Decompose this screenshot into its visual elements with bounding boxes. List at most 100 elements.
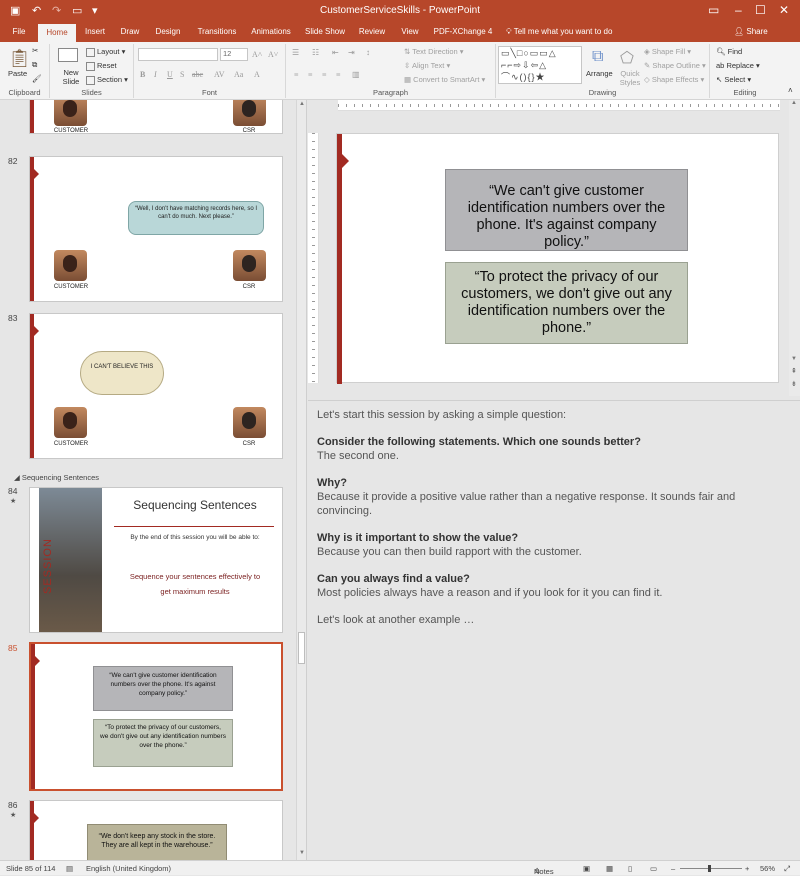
ribbon-display-icon[interactable]: ▭	[708, 3, 719, 17]
shape-fill-button[interactable]: ◈ Shape Fill ▾	[644, 47, 691, 56]
shapes-gallery[interactable]: ▭╲□○▭▭△ ⌐⌐⇨⇩⇦△ ⌒∿(){}★	[498, 46, 582, 84]
maximize-icon[interactable]: ☐	[755, 3, 766, 17]
quote-box-negative[interactable]: “We can't give customer identification n…	[445, 169, 688, 251]
tell-me-search[interactable]: 💡︎ Tell me what you want to do	[506, 22, 612, 42]
zoom-in-icon[interactable]: +	[745, 864, 749, 873]
slide-thumbnail-86[interactable]: “We don't keep any stock in the store. T…	[29, 800, 283, 860]
columns-icon[interactable]: ▥	[352, 70, 360, 79]
shape-effects-button[interactable]: ◇ Shape Effects ▾	[644, 75, 704, 84]
align-center-icon[interactable]: ≡	[308, 70, 313, 79]
language-indicator[interactable]: English (United Kingdom)	[86, 864, 171, 873]
slide-thumbnail-84[interactable]: SESSION Sequencing Sentences By the end …	[29, 487, 283, 633]
justify-icon[interactable]: ≡	[336, 70, 341, 79]
grow-font-icon[interactable]: A˄	[252, 50, 262, 59]
zoom-slider[interactable]	[680, 868, 742, 869]
tab-pdf-xchange[interactable]: PDF-XChange 4	[430, 22, 496, 42]
spacing-icon[interactable]: AV	[214, 70, 225, 79]
font-name-box[interactable]	[138, 48, 218, 61]
underline-icon[interactable]: U	[167, 70, 173, 79]
line-spacing-icon[interactable]: ↕	[366, 48, 370, 57]
tab-animations[interactable]: Animations	[246, 22, 296, 42]
fit-slide-icon[interactable]: ⤢	[784, 864, 790, 874]
quick-styles-icon[interactable]: ⬠	[620, 48, 634, 68]
copy-icon[interactable]: ⧉	[32, 60, 37, 70]
new-slide-button[interactable]: New Slide	[56, 68, 86, 86]
font-size-box[interactable]: 12	[220, 48, 248, 61]
previous-slide-icon[interactable]: ⇞	[791, 367, 797, 375]
quick-styles-button[interactable]: Quick Styles	[616, 69, 644, 87]
share-button[interactable]: 👤︎ Share	[734, 22, 768, 42]
align-left-icon[interactable]: ≡	[294, 70, 299, 79]
shadow-icon[interactable]: S	[180, 70, 184, 79]
section-button[interactable]: Section ▾	[86, 75, 128, 85]
slide-sorter-icon[interactable]: ▦	[606, 864, 613, 873]
close-icon[interactable]: ✕	[779, 3, 789, 17]
thumbnail-scroll-thumb[interactable]	[298, 632, 305, 664]
arrange-icon[interactable]: ⧉	[592, 48, 603, 66]
strikethrough-icon[interactable]: abc	[192, 70, 203, 79]
paragraph-label: Paragraph	[372, 88, 409, 97]
replace-button[interactable]: ab Replace ▾	[716, 61, 760, 70]
tab-design[interactable]: Design	[150, 22, 186, 42]
shrink-font-icon[interactable]: A˅	[268, 50, 278, 59]
font-color-icon[interactable]: A	[254, 70, 260, 79]
tab-review[interactable]: Review	[354, 22, 390, 42]
reset-button[interactable]: Reset	[86, 61, 117, 71]
italic-icon[interactable]: I	[154, 70, 157, 79]
arrange-button[interactable]: Arrange	[586, 69, 613, 78]
bold-icon[interactable]: B	[140, 70, 145, 79]
collapse-ribbon-icon[interactable]: ˄	[788, 86, 793, 95]
cut-icon[interactable]: ✂	[32, 46, 38, 55]
tab-insert[interactable]: Insert	[80, 22, 110, 42]
layout-button[interactable]: Layout ▾	[86, 47, 125, 57]
slide-thumbnail-83[interactable]: I CAN'T BELIEVE THIS CUSTOMER CSR	[29, 313, 283, 459]
format-painter-icon[interactable]: 🖌︎	[32, 74, 42, 83]
tab-file[interactable]: File	[6, 22, 32, 42]
text-direction-button[interactable]: ⇅ Text Direction ▾	[404, 47, 464, 56]
slide-canvas[interactable]: “We can't give customer identification n…	[336, 133, 779, 384]
select-button[interactable]: ↖ Select ▾	[716, 75, 751, 84]
bullets-icon[interactable]: ☰	[292, 48, 299, 57]
minimize-icon[interactable]: –	[735, 3, 742, 17]
decrease-indent-icon[interactable]: ⇤	[332, 48, 339, 57]
numbering-icon[interactable]: ☷	[312, 48, 319, 57]
scroll-up-icon[interactable]: ▲	[299, 101, 305, 107]
normal-view-icon[interactable]: ▣	[583, 864, 590, 873]
tab-transitions[interactable]: Transitions	[192, 22, 242, 42]
convert-smartart-button[interactable]: ▦ Convert to SmartArt ▾	[404, 75, 485, 84]
paste-icon[interactable]: 📋︎	[8, 48, 31, 69]
tab-draw[interactable]: Draw	[116, 22, 144, 42]
change-case-icon[interactable]: Aa	[234, 70, 243, 79]
scroll-up-icon[interactable]: ▲	[791, 100, 797, 106]
spellcheck-icon[interactable]: ▤	[66, 864, 73, 873]
next-slide-icon[interactable]: ⇟	[791, 380, 797, 388]
new-slide-icon[interactable]	[58, 48, 78, 62]
paste-button[interactable]: Paste	[8, 69, 27, 78]
zoom-out-icon[interactable]: –	[671, 864, 675, 873]
slideshow-icon[interactable]: ▭	[650, 864, 657, 873]
quote-box-positive[interactable]: “To protect the privacy of our customers…	[445, 262, 688, 344]
align-text-button[interactable]: ⇳ Align Text ▾	[404, 61, 450, 70]
slide-thumbnail-pane: CUSTOMER CSR 82 “Well, I don't have matc…	[0, 100, 307, 860]
slide-thumbnail-85-selected[interactable]: “We can't give customer identification n…	[29, 642, 283, 791]
notes-pane[interactable]: Let's start this session by asking a sim…	[308, 400, 800, 860]
increase-indent-icon[interactable]: ⇥	[348, 48, 355, 57]
zoom-slider-thumb[interactable]	[708, 865, 711, 872]
tab-slide-show[interactable]: Slide Show	[302, 22, 348, 42]
thumbnail-scrollbar[interactable]: ▲ ▼	[296, 100, 306, 860]
tab-view[interactable]: View	[396, 22, 424, 42]
scroll-down-icon[interactable]: ▼	[791, 356, 797, 362]
slide-thumbnail-82[interactable]: “Well, I don't have matching records her…	[29, 156, 283, 302]
slide-thumbnail-81[interactable]: CUSTOMER CSR	[29, 100, 283, 134]
find-button[interactable]: 🔍︎ Find	[716, 47, 742, 56]
csr-label: CSR	[242, 284, 256, 290]
group-editing: 🔍︎ Find ab Replace ▾ ↖ Select ▾ Editing	[710, 44, 780, 98]
slide-scrollbar[interactable]: ▲ ▼ ⇞ ⇟	[789, 100, 800, 396]
shape-outline-button[interactable]: ✎ Shape Outline ▾	[644, 61, 706, 70]
scroll-down-icon[interactable]: ▼	[299, 850, 305, 856]
section-header[interactable]: ◢ Sequencing Sentences	[14, 473, 99, 482]
reading-view-icon[interactable]: ▯	[628, 864, 632, 873]
zoom-level[interactable]: 56%	[760, 864, 775, 873]
align-right-icon[interactable]: ≡	[322, 70, 327, 79]
tab-home[interactable]: Home	[38, 24, 76, 42]
